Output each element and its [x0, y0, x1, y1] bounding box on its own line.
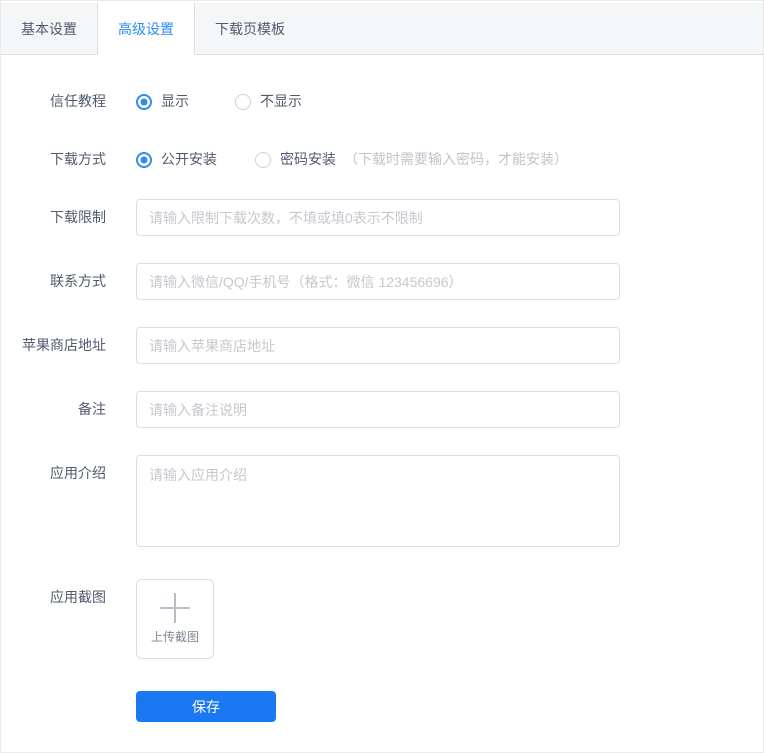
radio-show[interactable]: 显示 — [136, 83, 189, 120]
form-item-download-limit: 下载限制 — [1, 199, 763, 236]
upload-screenshot-text: 上传截图 — [150, 630, 199, 644]
form-item-apple-store-url: 苹果商店地址 — [1, 327, 763, 364]
radio-show-label: 显示 — [161, 93, 189, 109]
contact-input[interactable] — [136, 263, 620, 300]
app-screenshot-label: 应用截图 — [50, 589, 106, 605]
contact-label: 联系方式 — [50, 273, 106, 289]
save-button[interactable]: 保存 — [136, 691, 276, 722]
form-item-download-method: 下载方式 公开安装 密码安装 （下载时需要输入密码，才能安装） — [1, 141, 763, 178]
app-intro-label: 应用介绍 — [50, 465, 106, 481]
settings-form: 信任教程 显示 不显示 下载方式 公开安装 密码安装 （下载时需要输入密码，才能… — [1, 55, 763, 722]
download-limit-label: 下载限制 — [50, 209, 106, 225]
radio-selected-icon — [136, 93, 152, 110]
download-method-label: 下载方式 — [50, 151, 106, 167]
radio-public-install[interactable]: 公开安装 — [136, 141, 217, 178]
form-item-contact: 联系方式 — [1, 263, 763, 300]
form-item-app-intro: 应用介绍 — [1, 455, 763, 547]
radio-unselected-icon — [235, 93, 251, 110]
tab-bar: 基本设置 高级设置 下载页模板 — [1, 3, 763, 55]
radio-selected-icon — [136, 151, 152, 168]
radio-hide-label: 不显示 — [260, 93, 302, 109]
apple-store-url-input[interactable] — [136, 327, 620, 364]
apple-store-url-label: 苹果商店地址 — [22, 337, 106, 353]
radio-hide[interactable]: 不显示 — [235, 83, 302, 120]
radio-password-install[interactable]: 密码安装 — [255, 141, 336, 178]
plus-icon — [160, 593, 190, 623]
form-item-app-screenshot: 应用截图 上传截图 — [1, 579, 763, 659]
password-install-note: （下载时需要输入密码，才能安装） — [344, 151, 568, 167]
trust-tutorial-label: 信任教程 — [50, 93, 106, 109]
radio-public-install-label: 公开安装 — [161, 151, 217, 167]
remark-label: 备注 — [78, 401, 106, 417]
tab-advanced-settings[interactable]: 高级设置 — [97, 3, 195, 55]
remark-input[interactable] — [136, 391, 620, 428]
form-item-remark: 备注 — [1, 391, 763, 428]
advanced-settings-panel: 基本设置 高级设置 下载页模板 信任教程 显示 不显示 下载方式 公开安装 密码… — [0, 0, 764, 753]
radio-password-install-label: 密码安装 — [280, 151, 336, 167]
radio-unselected-icon — [255, 151, 271, 168]
tab-bar-filler — [305, 3, 763, 55]
form-item-save: 保存 — [1, 691, 763, 722]
tab-download-page-template[interactable]: 下载页模板 — [195, 3, 305, 55]
download-limit-input[interactable] — [136, 199, 620, 236]
upload-screenshot-button[interactable]: 上传截图 — [136, 579, 214, 659]
tab-basic-settings[interactable]: 基本设置 — [1, 3, 97, 55]
form-item-trust-tutorial: 信任教程 显示 不显示 — [1, 83, 763, 120]
app-intro-textarea[interactable] — [136, 455, 620, 547]
